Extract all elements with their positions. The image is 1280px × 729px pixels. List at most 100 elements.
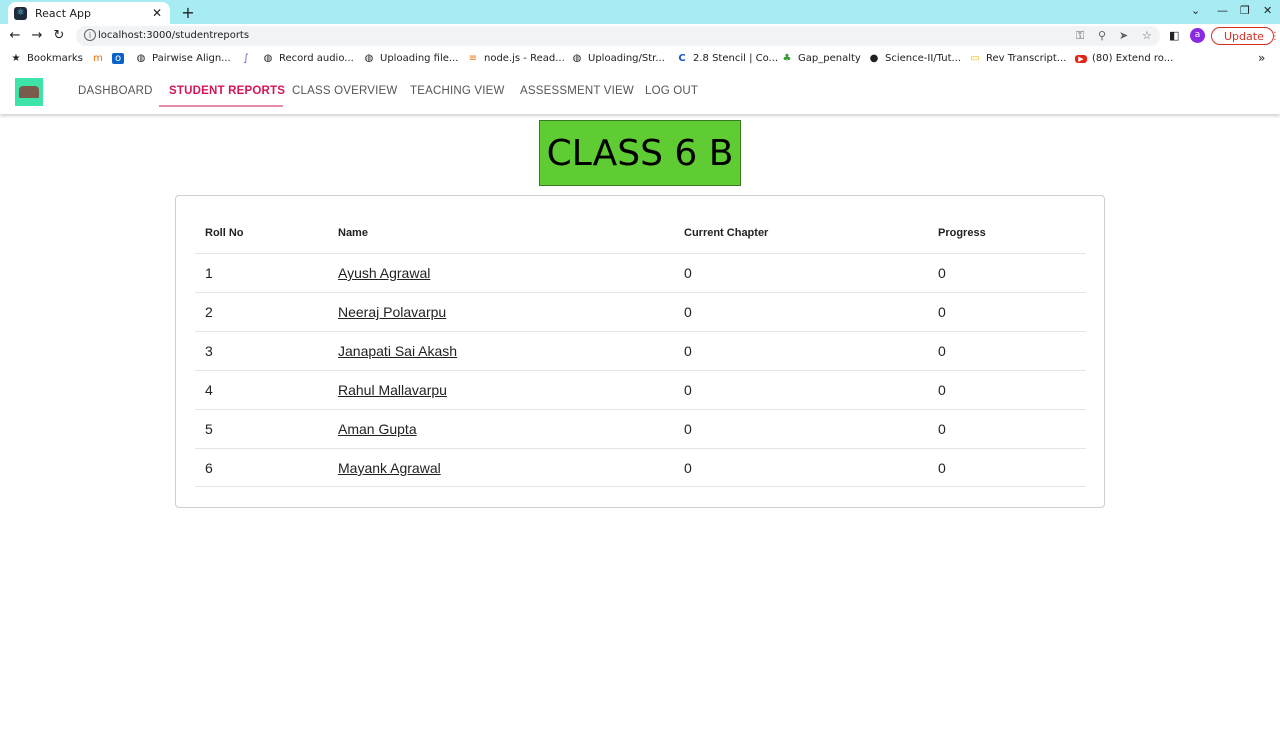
progress-cell: 0 [938,265,946,281]
back-icon[interactable]: ← [7,28,23,43]
progress-cell: 0 [938,421,946,437]
table-row: 1 Ayush Agrawal 0 0 [195,253,1086,292]
bookmark-m-icon: m [93,53,103,64]
nav-teaching-view[interactable]: TEACHING VIEW [410,85,505,97]
logo-image [19,86,39,98]
new-tab-icon[interactable]: + [180,3,196,22]
bookmarks-bar: ★ Bookmarks m o ◍ Pairwise Align... ∫ ◍ Rec… [0,48,1280,70]
url-text[interactable]: localhost:3000/studentreports [98,30,249,41]
restore-icon[interactable]: ❐ [1240,4,1250,17]
table-row: 5 Aman Gupta 0 0 [195,409,1086,448]
zoom-icon[interactable]: ⚲ [1098,29,1106,42]
reload-icon[interactable]: ↻ [51,28,67,43]
progress-cell: 0 [938,382,946,398]
site-info-icon[interactable]: i [84,29,96,41]
student-name-link[interactable]: Rahul Mallavarpu [338,382,447,398]
bookmark-item[interactable]: ◍ Uploading file... [363,53,459,64]
active-tab-indicator [159,105,283,107]
profile-avatar[interactable]: a [1190,28,1205,43]
bookmark-item[interactable]: C 2.8 Stencil | Co... [676,53,778,64]
star-icon: ★ [11,53,21,64]
current-chapter-cell: 0 [684,382,692,398]
current-chapter-cell: 0 [684,265,692,281]
github-icon: ● [869,53,879,64]
tab-search-icon[interactable]: ⌄ [1191,4,1200,17]
side-panel-icon[interactable]: ◧ [1169,29,1179,42]
outlook-icon: o [112,53,124,64]
browser-tab[interactable]: ⚛ React App ✕ [8,2,170,24]
nav-log-out[interactable]: LOG OUT [645,85,698,97]
key-icon[interactable]: ⚿ [1076,29,1084,43]
current-chapter-cell: 0 [684,421,692,437]
table-row: 2 Neeraj Polavarpu 0 0 [195,292,1086,331]
roll-no-cell: 5 [205,421,213,437]
globe-icon: ◍ [136,53,146,64]
progress-cell: 0 [938,460,946,476]
student-name-link[interactable]: Ayush Agrawal [338,265,430,281]
app-logo[interactable] [15,78,43,106]
bookmark-item[interactable]: ♣ Gap_penalty [781,53,861,64]
student-name-link[interactable]: Aman Gupta [338,421,417,437]
current-chapter-cell: 0 [684,460,692,476]
column-header-roll-no: Roll No [205,227,244,239]
column-header-name: Name [338,227,368,239]
more-icon: ⋮ [1269,30,1280,42]
table-row: 3 Janapati Sai Akash 0 0 [195,331,1086,370]
nav-dashboard[interactable]: DASHBOARD [78,85,153,97]
nav-assessment-view[interactable]: ASSESSMENT VIEW [520,85,634,97]
roll-no-cell: 1 [205,265,213,281]
nav-student-reports[interactable]: STUDENT REPORTS [169,85,285,97]
class-title: CLASS 6 B [539,120,741,186]
c-logo-icon: C [678,53,686,64]
bookmark-item[interactable]: m [92,53,109,64]
close-icon[interactable]: ✕ [150,6,164,20]
forward-icon[interactable]: → [29,28,45,43]
roll-no-cell: 4 [205,382,213,398]
student-name-link[interactable]: Janapati Sai Akash [338,343,457,359]
update-button[interactable]: Update ⋮ [1211,27,1280,45]
bookmark-item[interactable]: o [112,53,129,64]
progress-cell: 0 [938,343,946,359]
globe-icon: ◍ [364,53,374,64]
bookmark-item[interactable]: ▭ Rev Transcript... [969,53,1066,64]
current-chapter-cell: 0 [684,304,692,320]
chevron-right-icon[interactable]: » [1258,51,1265,65]
column-header-current-chapter: Current Chapter [684,227,769,239]
bookmark-item[interactable]: ● Science-II/Tut... [868,53,961,64]
browser-tab-strip: ⚛ React App ✕ + ⌄ — ❐ ✕ [0,0,1280,24]
bookmark-star-icon[interactable]: ☆ [1142,29,1152,42]
bookmark-item[interactable]: ▶ (80) Extend ro... [1075,53,1173,64]
progress-cell: 0 [938,304,946,320]
column-header-progress: Progress [938,227,986,239]
bookmark-item[interactable]: ∫ [240,53,257,64]
bookmark-item[interactable]: ◍ Pairwise Align... [135,53,231,64]
youtube-icon: ▶ [1075,54,1087,63]
student-name-link[interactable]: Mayank Agrawal [338,460,441,476]
close-window-icon[interactable]: ✕ [1263,4,1272,17]
folder-icon: ▭ [970,53,980,64]
bookmark-squiggle-icon: ∫ [243,53,249,64]
minimize-icon[interactable]: — [1217,4,1228,17]
table-row: 6 Mayank Agrawal 0 0 [195,448,1086,487]
globe-icon: ◍ [263,53,273,64]
roll-no-cell: 3 [205,343,213,359]
student-table: Roll No Name Current Chapter Progress 1 … [175,195,1105,508]
table-row: 4 Rahul Mallavarpu 0 0 [195,370,1086,409]
bookmark-item[interactable]: ≡ node.js - Read... [467,53,565,64]
current-chapter-cell: 0 [684,343,692,359]
app-navbar: DASHBOARD STUDENT REPORTS CLASS OVERVIEW… [0,70,1280,114]
update-label: Update [1224,29,1264,43]
tab-title: React App [35,6,92,20]
browser-toolbar: ← → ↻ i localhost:3000/studentreports ⚿ … [0,24,1280,48]
bookmark-item[interactable]: ★ Bookmarks [10,53,83,64]
leaf-icon: ♣ [782,53,792,64]
student-name-link[interactable]: Neeraj Polavarpu [338,304,446,320]
nav-class-overview[interactable]: CLASS OVERVIEW [292,85,397,97]
send-icon[interactable]: ➤ [1119,29,1128,42]
stackoverflow-icon: ≡ [468,53,478,64]
react-icon: ⚛ [14,6,27,20]
roll-no-cell: 2 [205,304,213,320]
bookmark-item[interactable]: ◍ Record audio... [262,53,354,64]
address-bar[interactable]: i localhost:3000/studentreports ⚿ ⚲ ➤ ☆ [76,26,1160,46]
bookmark-item[interactable]: ◍ Uploading/Str... [571,53,665,64]
